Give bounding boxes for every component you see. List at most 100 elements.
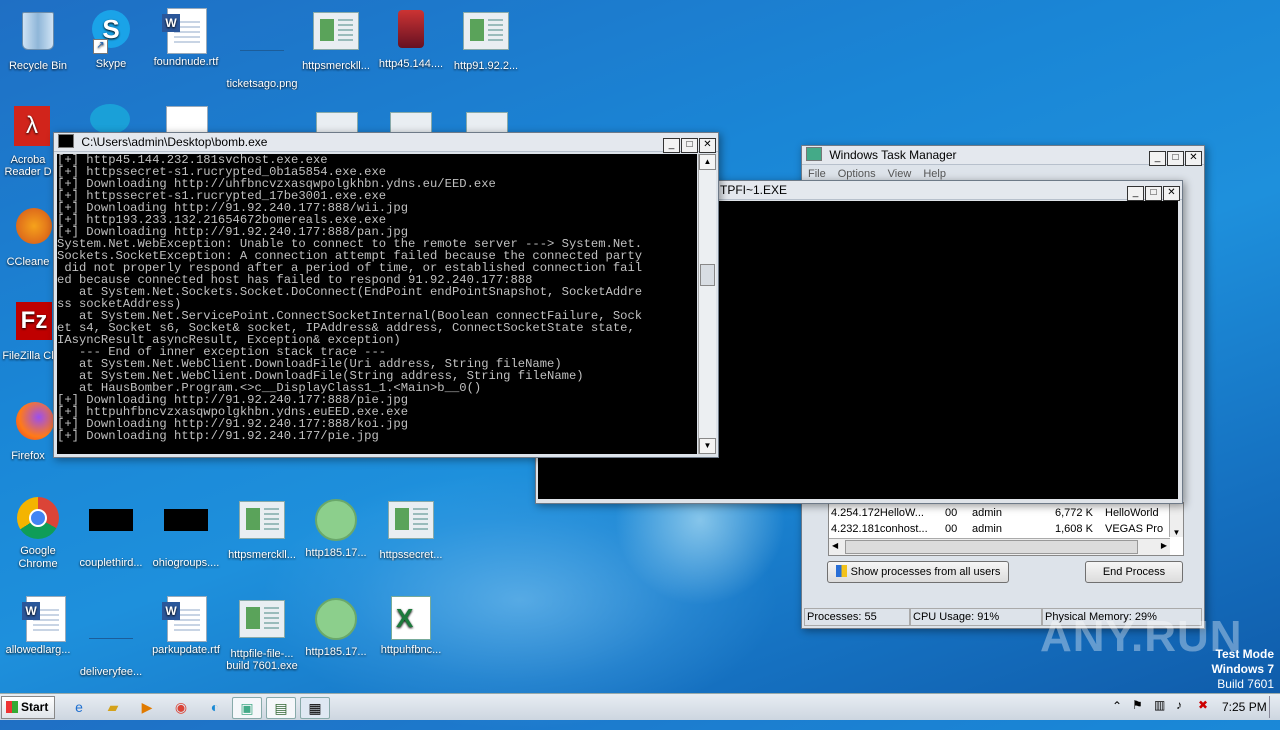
acrobat-icon: λ bbox=[4, 106, 52, 150]
security-tray-icon[interactable]: ✖ bbox=[1198, 698, 1208, 712]
show-all-processes-button[interactable]: Show processes from all users bbox=[827, 561, 1009, 583]
filezilla-icon: Fz bbox=[4, 302, 52, 346]
desktop-icon-httpsmerckll[interactable]: httpsmerckll... bbox=[298, 8, 374, 72]
process-list-hscroll[interactable]: ◀ ▶ bbox=[829, 538, 1170, 555]
app-icon bbox=[387, 10, 435, 54]
system-tray: ⌃ ⚑ ▥ ♪ ✖ 7:25 PM bbox=[1110, 694, 1280, 720]
task-manager-taskbar-icon[interactable]: ▤ bbox=[266, 697, 296, 719]
start-button[interactable]: Start bbox=[1, 696, 55, 719]
green-circle-icon bbox=[312, 598, 360, 642]
status-processes: Processes: 55 bbox=[804, 608, 910, 626]
desktop-icon-chrome[interactable]: Google Chrome bbox=[0, 497, 76, 571]
menu-options[interactable]: Options bbox=[838, 168, 876, 180]
desktop-icon-acrobat[interactable]: λ Acroba Reader D bbox=[0, 104, 56, 178]
hscroll-thumb[interactable] bbox=[845, 540, 1138, 554]
console-output[interactable]: [+] http45.144.232.181svchost.exe.exe [+]… bbox=[57, 154, 697, 454]
process-list-vscroll[interactable]: ▼ bbox=[1169, 503, 1183, 537]
explorer-folder-icon[interactable]: ▰ bbox=[102, 697, 124, 717]
tray-expand-icon[interactable]: ⌃ bbox=[1112, 699, 1122, 713]
desktop-icon-httpuhfbnc[interactable]: X httpuhfbnc... bbox=[373, 596, 449, 656]
ie-icon[interactable]: e bbox=[68, 697, 90, 717]
process-row[interactable]: 4.232.181conhost... 00 admin 1,608 K VEG… bbox=[829, 521, 1169, 537]
task-manager-icon bbox=[806, 147, 822, 161]
menu-file[interactable]: File bbox=[808, 168, 826, 180]
console-taskbar-icon[interactable]: ▦ bbox=[300, 697, 330, 719]
ccleaner-icon bbox=[4, 208, 52, 252]
minimize-button[interactable]: _ bbox=[1149, 151, 1166, 166]
minimize-button[interactable]: _ bbox=[663, 138, 680, 153]
desktop-icon-httpfile[interactable]: httpfile-file-... build 7601.exe bbox=[224, 596, 300, 672]
minimize-button[interactable]: _ bbox=[1127, 186, 1144, 201]
volume-tray-icon[interactable]: ♪ bbox=[1176, 698, 1182, 712]
word-document-icon: W bbox=[162, 596, 210, 642]
desktop-icon-ccleaner[interactable]: CCleane bbox=[0, 204, 56, 268]
word-document-icon: W bbox=[14, 596, 66, 642]
close-button[interactable]: ✕ bbox=[1185, 151, 1202, 166]
desktop-icon-ohiogroups[interactable]: ohiogroups.... bbox=[148, 497, 224, 569]
task-manager-titlebar[interactable]: Windows Task Manager _ □ ✕ bbox=[802, 146, 1204, 166]
desktop-icon-httpsmerckll-2[interactable]: httpsmerckll... bbox=[224, 497, 300, 561]
png-file-icon bbox=[238, 30, 286, 74]
build-overlay-text: build 7601.exe bbox=[226, 660, 298, 672]
menu-help[interactable]: Help bbox=[923, 168, 946, 180]
console-line: [+] Downloading http://91.92.240.177/pie… bbox=[57, 429, 379, 443]
file-icon bbox=[87, 618, 135, 662]
word-document-icon: W bbox=[162, 8, 210, 54]
console-icon bbox=[58, 134, 74, 148]
close-button[interactable]: ✕ bbox=[1163, 186, 1180, 201]
process-row[interactable]: 4.254.172HelloW... 00 admin 6,772 K Hell… bbox=[829, 505, 1169, 521]
desktop-icon-deliveryfee[interactable]: deliveryfee... bbox=[73, 596, 149, 678]
desktop-icon-recycle-bin[interactable]: Recycle Bin bbox=[0, 8, 76, 72]
taskbar: Start e ▰ ▶ ◉ ◐ ▣ ▤ ▦ ⌃ ⚑ ▥ ♪ ✖ 7:25 PM bbox=[0, 693, 1280, 720]
image-viewer-taskbar-icon[interactable]: ▣ bbox=[232, 697, 262, 719]
end-process-button[interactable]: End Process bbox=[1085, 561, 1183, 583]
bomb-console-titlebar[interactable]: C:\Users\admin\Desktop\bomb.exe _ □ ✕ bbox=[54, 133, 718, 153]
desktop-icon-firefox[interactable]: Firefox bbox=[0, 400, 56, 462]
skype-icon: S ↗ bbox=[87, 10, 135, 54]
desktop-icon-http185[interactable]: http185.17... bbox=[298, 497, 374, 559]
desktop-icon-http91[interactable]: http91.92.2... bbox=[448, 8, 524, 72]
scroll-left-arrow-icon[interactable]: ◀ bbox=[832, 541, 838, 550]
black-image-icon bbox=[162, 509, 210, 553]
clock[interactable]: 7:25 PM bbox=[1222, 700, 1267, 714]
desktop-icon-http45[interactable]: http45.144.... bbox=[373, 8, 449, 70]
edge-taskbar-icon[interactable]: ◐ bbox=[204, 697, 226, 717]
vscroll-thumb[interactable] bbox=[700, 264, 715, 286]
desktop-icon-skype[interactable]: S ↗ Skype bbox=[73, 8, 149, 70]
menu-view[interactable]: View bbox=[888, 168, 912, 180]
scroll-down-arrow-icon[interactable]: ▼ bbox=[1170, 528, 1183, 537]
process-list[interactable]: 4.254.172HelloW... 00 admin 6,772 K Hell… bbox=[828, 502, 1184, 556]
scroll-up-arrow-icon[interactable]: ▲ bbox=[699, 154, 716, 170]
edge-icon-partial bbox=[90, 104, 130, 134]
desktop-icon-parkupdate[interactable]: W parkupdate.rtf bbox=[148, 596, 224, 656]
media-player-icon[interactable]: ▶ bbox=[136, 697, 158, 717]
desktop-icon-filezilla[interactable]: Fz FileZilla Cl bbox=[0, 300, 56, 362]
black-image-icon bbox=[87, 509, 135, 553]
desktop-icon-ticketsago[interactable]: ticketsago.png bbox=[224, 8, 300, 90]
scroll-down-arrow-icon[interactable]: ▼ bbox=[699, 438, 716, 454]
image-file-icon bbox=[238, 501, 286, 545]
flag-tray-icon[interactable]: ⚑ bbox=[1132, 698, 1143, 712]
close-button[interactable]: ✕ bbox=[699, 138, 716, 153]
console-vscroll[interactable]: ▲ ▼ bbox=[698, 154, 716, 454]
task-manager-menubar: File Options View Help bbox=[808, 168, 946, 180]
maximize-button[interactable]: □ bbox=[1145, 186, 1162, 201]
desktop-icon-foundnude[interactable]: W foundnude.rtf bbox=[148, 8, 224, 68]
desktop-icon-couplethird[interactable]: couplethird... bbox=[73, 497, 149, 569]
image-file-icon bbox=[387, 501, 435, 545]
chrome-icon bbox=[14, 497, 62, 541]
bomb-console-window[interactable]: C:\Users\admin\Desktop\bomb.exe _ □ ✕ [+] … bbox=[53, 132, 719, 458]
desktop-icon-http185-2[interactable]: http185.17... bbox=[298, 596, 374, 658]
chrome-taskbar-icon[interactable]: ◉ bbox=[170, 697, 192, 717]
image-file-icon bbox=[238, 600, 286, 644]
network-tray-icon[interactable]: ▥ bbox=[1154, 698, 1165, 712]
image-file-icon bbox=[462, 12, 510, 56]
status-cpu: CPU Usage: 91% bbox=[910, 608, 1042, 626]
desktop-icon-allowedlarg[interactable]: W allowedlarg... bbox=[0, 596, 76, 656]
maximize-button[interactable]: □ bbox=[681, 138, 698, 153]
excel-icon: X bbox=[387, 596, 435, 640]
scroll-right-arrow-icon[interactable]: ▶ bbox=[1161, 541, 1167, 550]
maximize-button[interactable]: □ bbox=[1167, 151, 1184, 166]
show-desktop-button[interactable] bbox=[1269, 696, 1278, 718]
desktop-icon-httpssecret[interactable]: httpssecret... bbox=[373, 497, 449, 561]
